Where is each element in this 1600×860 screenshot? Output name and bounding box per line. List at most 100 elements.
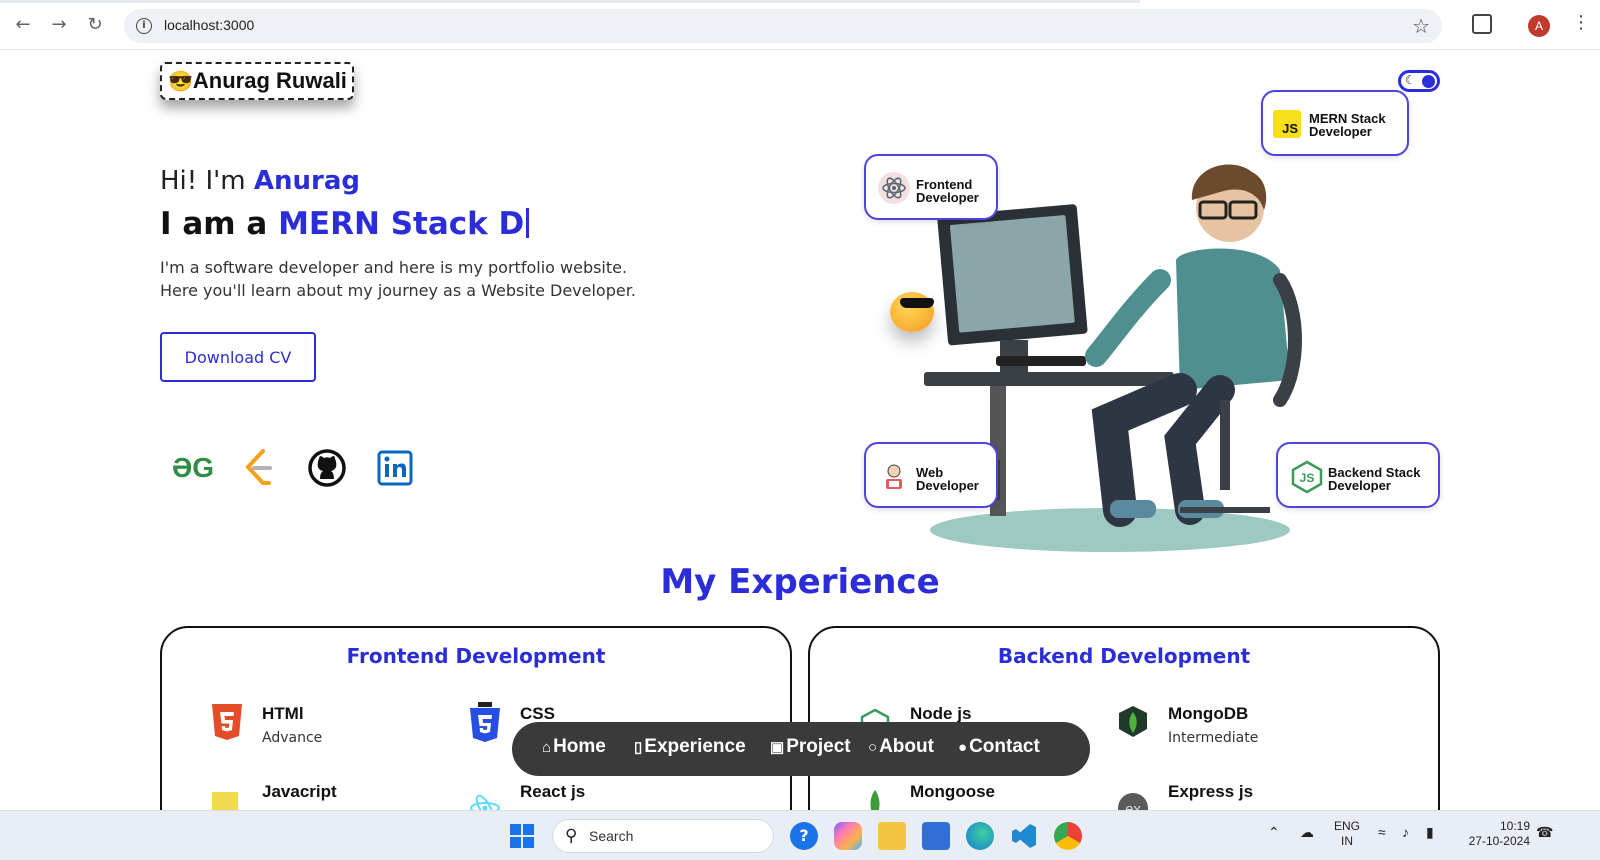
nav-project[interactable]: ▣ Project <box>770 736 851 758</box>
volume-icon[interactable]: ♪ <box>1402 825 1409 840</box>
experience-title: My Experience <box>660 562 940 602</box>
skill-html: HTMl Advance <box>210 702 470 752</box>
toggle-knob <box>1422 75 1435 88</box>
url-text[interactable]: localhost:3000 <box>164 17 254 33</box>
skill-express: ex Express js <box>1116 780 1376 810</box>
help-icon[interactable]: ? <box>790 822 818 850</box>
nodejs-icon: JS <box>1290 460 1323 494</box>
react-icon <box>878 172 910 204</box>
skill-mongoose: Mongoose <box>858 780 1118 810</box>
forward-arrow-icon[interactable]: → <box>46 12 72 38</box>
chrome-icon[interactable] <box>1054 822 1082 850</box>
greeting-name: Anurag <box>253 166 360 196</box>
download-cv-button[interactable]: Download CV <box>160 332 316 382</box>
backend-card: Backend Development Node js MongoDB Inte… <box>808 626 1440 810</box>
browser-menu-icon[interactable]: ⋮ <box>1572 12 1590 33</box>
skill-name: CSS <box>520 704 555 723</box>
home-icon: ⌂ <box>542 739 552 756</box>
theme-toggle[interactable]: ☾ <box>1398 70 1440 92</box>
clock[interactable]: 10:19 27-10-2024 <box>1460 819 1530 849</box>
search-placeholder: Search <box>589 828 634 844</box>
badge-mern-line2: Developer <box>1309 124 1372 139</box>
leetcode-icon[interactable] <box>236 445 282 491</box>
skill-javascript: Javacript <box>210 780 470 810</box>
extensions-icon[interactable] <box>1472 14 1492 34</box>
typing-cursor <box>526 208 530 238</box>
store-icon[interactable] <box>922 822 950 850</box>
bookmark-star-icon[interactable]: ☆ <box>1412 14 1430 38</box>
lang-line-1: ENG <box>1334 819 1361 833</box>
vscode-icon[interactable] <box>1010 822 1038 850</box>
back-arrow-icon[interactable]: ← <box>10 12 36 38</box>
js-icon: JS <box>1273 110 1301 138</box>
lang-line-2: IN <box>1341 834 1353 848</box>
nav-experience[interactable]: ▯ Experience <box>634 736 746 758</box>
nav-home[interactable]: ⌂ Home <box>542 736 606 758</box>
copilot-icon[interactable] <box>834 822 862 850</box>
react-icon <box>468 780 506 810</box>
skill-name: Mongoose <box>910 782 995 801</box>
nav-contact[interactable]: ● Contact <box>958 736 1040 758</box>
clock-date: 27-10-2024 <box>1468 834 1530 848</box>
windows-start-icon[interactable] <box>508 822 536 850</box>
desc-line-2: Here you'll learn about my journey as a … <box>160 281 636 300</box>
role-typewriter: I am a MERN Stack D <box>160 206 530 242</box>
geeksforgeeks-icon[interactable]: ƏG <box>170 445 216 491</box>
logo-text: Anurag Ruwali <box>192 68 347 93</box>
web-developer-icon <box>878 460 910 492</box>
backend-card-title: Backend Development <box>997 644 1251 668</box>
javascript-icon <box>210 780 248 810</box>
skill-name: React js <box>520 782 586 801</box>
edge-icon[interactable] <box>966 822 994 850</box>
search-icon: ⚲ <box>565 826 578 846</box>
role-prefix: I am a <box>160 206 279 242</box>
notification-icon[interactable]: ☎ <box>1536 825 1553 840</box>
address-bar[interactable]: i localhost:3000 ☆ <box>124 9 1442 43</box>
language-indicator[interactable]: ENG IN <box>1334 819 1360 849</box>
floating-nav-bar: ⌂ Home ▯ Experience ▣ Project ○ About ● Conta… <box>512 722 1090 776</box>
cool-emoji-icon <box>890 292 934 332</box>
smiley-sunglasses-icon: 😎 <box>168 71 193 93</box>
linkedin-icon[interactable] <box>372 445 418 491</box>
svg-text:ex: ex <box>1125 801 1141 810</box>
battery-icon[interactable]: ▮ <box>1426 825 1434 840</box>
site-info-icon[interactable]: i <box>136 18 152 34</box>
nav-about[interactable]: ○ About <box>868 736 934 758</box>
skill-name: MongoDB <box>1168 704 1249 723</box>
desc-line-1: I'm a software developer and here is my … <box>160 258 628 277</box>
loading-bar <box>0 0 1140 3</box>
skill-level: Advance <box>262 730 323 746</box>
github-icon[interactable] <box>304 445 350 491</box>
skill-name: Node js <box>910 704 972 723</box>
frontend-card: Frontend Development HTMl Advance CSS Ja… <box>160 626 792 810</box>
wifi-icon[interactable]: ≈ <box>1378 825 1386 840</box>
browser-toolbar: ← → ↻ i localhost:3000 ☆ A ⋮ <box>0 0 1600 50</box>
portfolio-page: 😎Anurag Ruwali ☾ Hi! I'm Anurag I am a M… <box>0 50 1600 810</box>
reload-icon[interactable]: ↻ <box>82 12 108 38</box>
windows-taskbar: ⚲ Search ? ⌃ ☁ ENG IN ≈ ♪ ▮ 10:19 27-10-… <box>0 810 1600 860</box>
frontend-card-title: Frontend Development <box>346 644 606 668</box>
skill-level: Intermediate <box>1168 730 1259 746</box>
document-icon: ▯ <box>634 739 643 756</box>
greeting: Hi! I'm Anurag <box>160 166 360 196</box>
badge-backend-line2: Developer <box>1328 478 1391 493</box>
skill-mongodb: MongoDB Intermediate <box>1116 702 1376 752</box>
user-icon: ○ <box>868 739 878 756</box>
mongoose-leaf-icon <box>858 780 896 810</box>
skill-react: React js <box>468 780 728 810</box>
profile-avatar[interactable]: A <box>1528 15 1550 37</box>
badge-web-line2: Developer <box>916 478 979 493</box>
skill-name: Express js <box>1168 782 1254 801</box>
file-explorer-icon[interactable] <box>878 822 906 850</box>
site-logo[interactable]: 😎Anurag Ruwali <box>160 62 354 100</box>
greeting-prefix: Hi! I'm <box>160 166 254 196</box>
badge-frontend: Frontend Developer <box>864 154 998 220</box>
clock-time: 10:19 <box>1499 819 1530 833</box>
taskbar-search[interactable]: ⚲ Search <box>552 819 774 853</box>
moon-icon: ☾ <box>1405 73 1416 87</box>
chevron-up-icon[interactable]: ⌃ <box>1268 825 1280 840</box>
css3-icon <box>468 702 506 746</box>
mongodb-icon <box>1116 702 1154 746</box>
badge-web: Web Developer <box>864 442 998 508</box>
onedrive-icon[interactable]: ☁ <box>1300 825 1314 840</box>
